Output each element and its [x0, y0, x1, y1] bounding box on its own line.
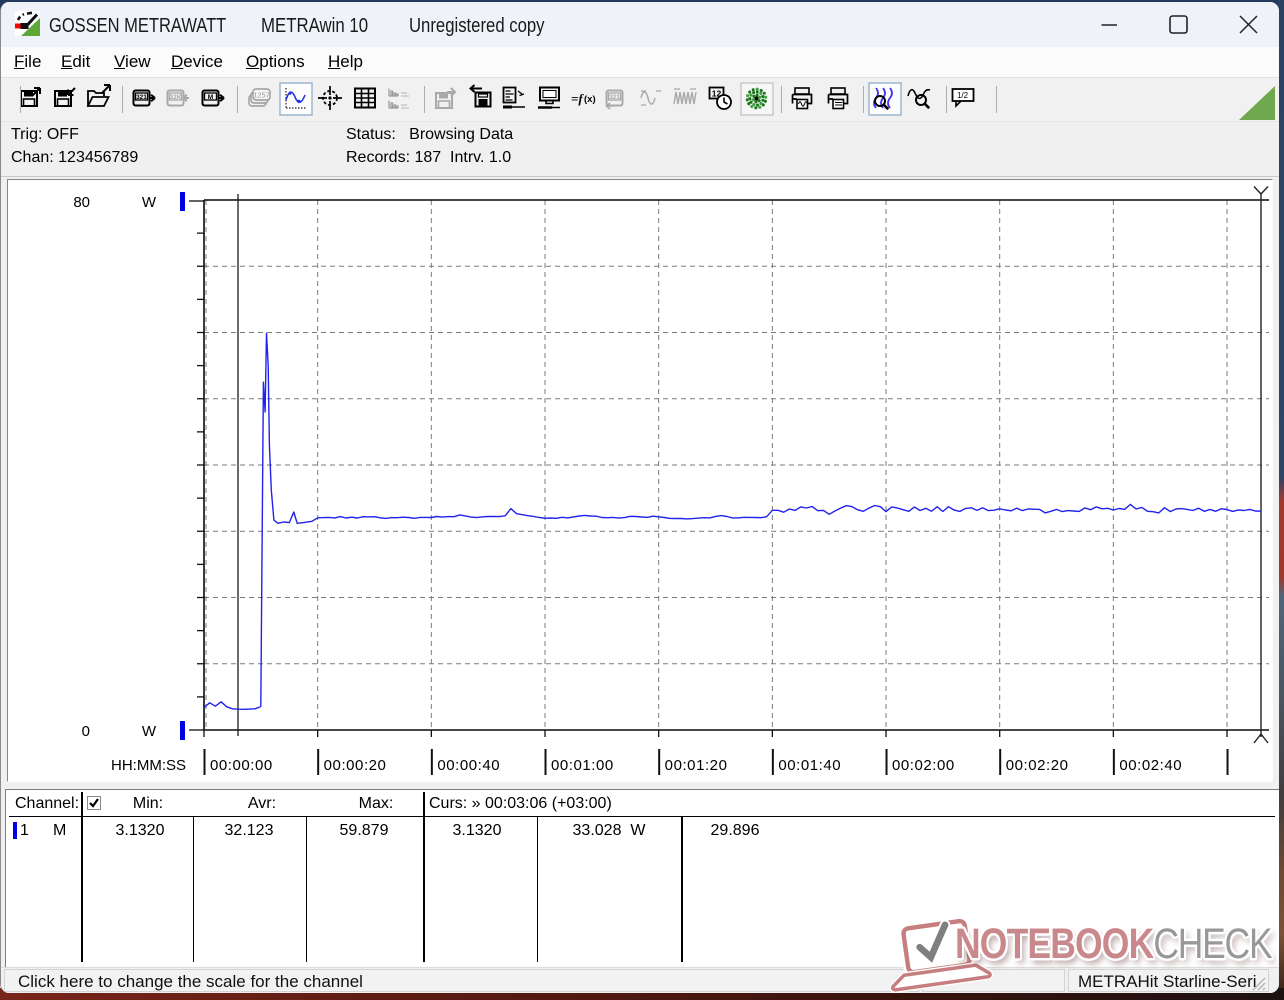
svg-text:0: 0 [82, 723, 90, 740]
svg-text:HH:MM:SS: HH:MM:SS [111, 757, 186, 774]
svg-text:1/2: 1/2 [957, 91, 969, 100]
svg-text:80: 80 [73, 194, 90, 211]
svg-text:00:01:40: 00:01:40 [778, 757, 841, 774]
svg-text:321: 321 [609, 94, 620, 101]
svg-text:W: W [142, 194, 157, 211]
svg-text:321: 321 [136, 94, 147, 101]
svg-text:00:00:00: 00:00:00 [210, 757, 273, 774]
svg-text:M: M [208, 94, 213, 101]
svg-text:00:01:00: 00:01:00 [551, 757, 614, 774]
svg-text:00:00:20: 00:00:20 [324, 757, 387, 774]
svg-text:00:02:40: 00:02:40 [1119, 757, 1182, 774]
svg-text:(x): (x) [584, 94, 596, 105]
svg-text:1257: 1257 [253, 93, 270, 101]
svg-text:00:00:40: 00:00:40 [437, 757, 500, 774]
svg-text:=f: =f [571, 91, 584, 106]
svg-text:W: W [142, 723, 157, 740]
svg-text:00:02:20: 00:02:20 [1006, 757, 1069, 774]
svg-text:00:02:00: 00:02:00 [892, 757, 955, 774]
svg-text:00:01:20: 00:01:20 [665, 757, 728, 774]
svg-text:32K: 32K [170, 94, 182, 101]
